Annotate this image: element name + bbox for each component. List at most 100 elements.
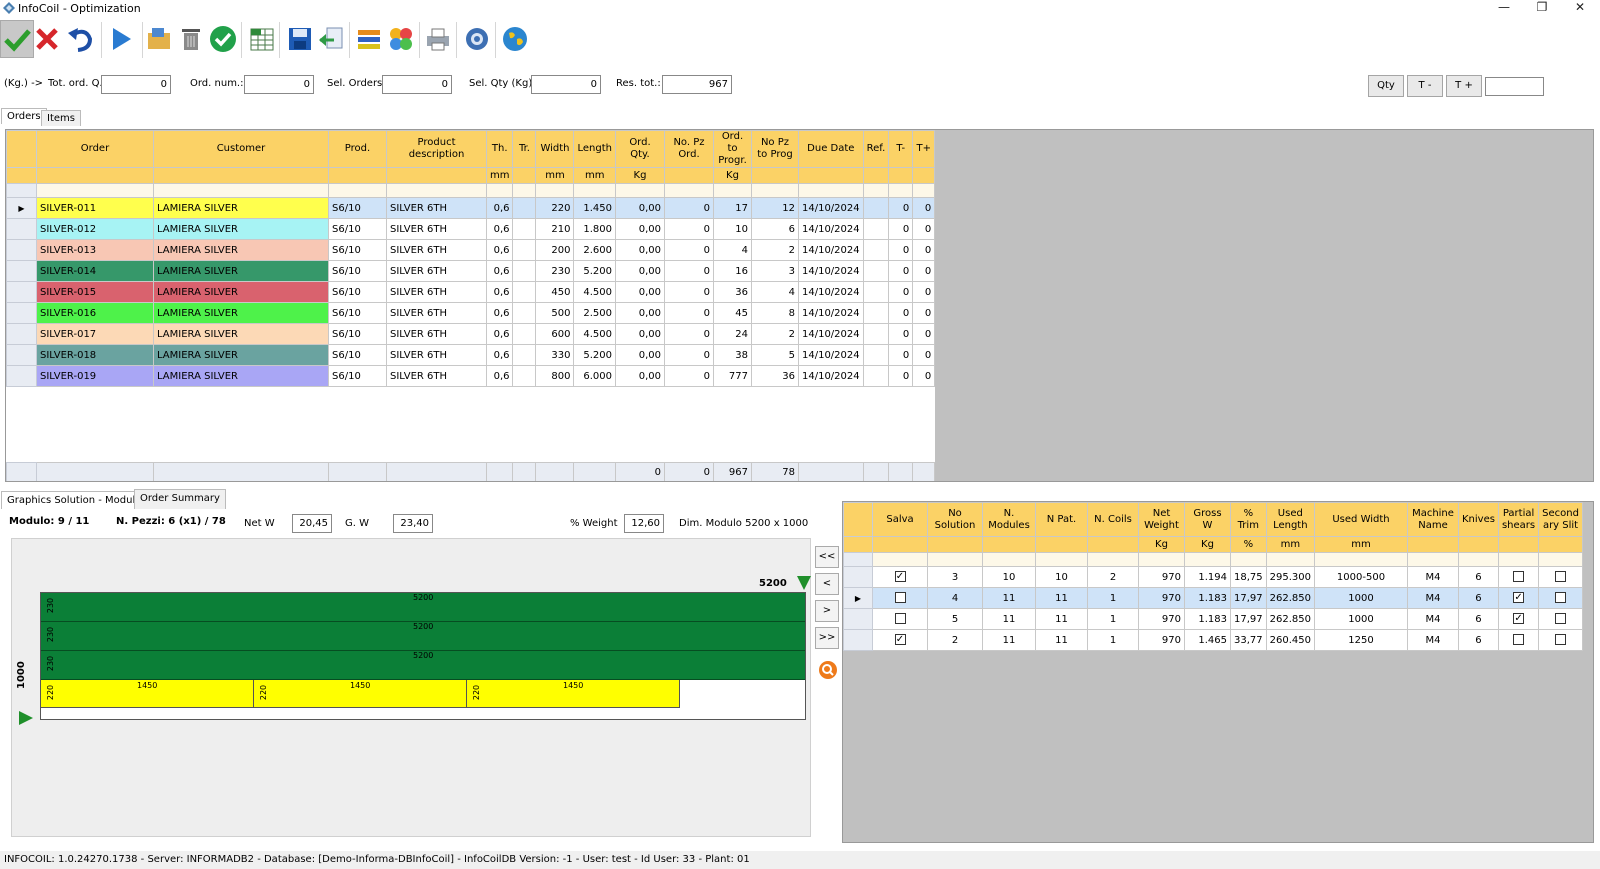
secondary-checkbox[interactable] [1555,634,1567,646]
solutions-column-header[interactable]: Second ary Slit [1538,502,1583,537]
partial-checkbox[interactable]: ✓ [1513,613,1525,625]
filter-cell[interactable] [1314,552,1408,567]
filter-cell[interactable] [797,183,864,198]
row-selector[interactable]: ▶ [6,197,37,219]
salva-checkbox[interactable] [894,613,906,625]
partial-checkbox[interactable] [1513,634,1525,646]
filter-cell[interactable] [862,183,890,198]
secondary-checkbox[interactable] [1555,571,1567,583]
filter-cell[interactable] [1265,552,1316,567]
filter-cell[interactable] [328,183,387,198]
salva-checkbox[interactable]: ✓ [894,634,906,646]
solution-row[interactable]: ▶ 4 11 11 1 970 1.183 17,97 262.850 1000 M4 6 ✓ [843,587,1583,609]
layers-button[interactable] [352,20,386,58]
row-selector[interactable] [6,323,37,345]
undo-button[interactable] [63,20,97,58]
cancel-button[interactable] [30,20,64,58]
approve-button[interactable] [206,20,240,58]
solutions-column-header[interactable]: Partial shears [1497,502,1540,537]
prev-module-button[interactable]: < [815,573,839,595]
solutions-column-header[interactable]: Gross W [1184,502,1231,537]
row-selector[interactable]: ▶ [843,587,873,609]
filter-cell[interactable] [573,183,616,198]
filter-cell[interactable] [36,183,154,198]
solutions-filter-row[interactable] [843,552,1583,567]
filter-cell[interactable] [153,183,329,198]
module-piece[interactable]: 220 1450 [254,680,467,708]
module-piece[interactable]: 220 1450 [41,680,254,708]
ord-num-field[interactable]: 0 [244,75,314,94]
salva-checkbox[interactable] [894,592,906,604]
solution-row[interactable]: ✓ 3 10 10 2 970 1.194 18,75 295.300 1000-500 M4 6 [843,566,1583,588]
order-row[interactable]: SILVER-018 LAMIERA SILVER S6/10 SILVER 6TH 0… [6,344,936,366]
orders-column-header[interactable]: T+ [912,130,936,168]
module-strip[interactable]: 230 5200 [41,622,805,651]
orders-column-header[interactable]: Th. [485,130,514,168]
tot-ord-q-field[interactable]: 0 [101,75,171,94]
sel-orders-field[interactable]: 0 [382,75,452,94]
first-module-button[interactable]: << [815,546,839,568]
solutions-column-header[interactable]: Net Weight [1138,502,1185,537]
filter-cell[interactable] [1407,552,1459,567]
next-module-button[interactable]: > [815,600,839,622]
row-selector[interactable] [6,365,37,387]
orders-column-header[interactable]: Ord. Qty. [614,130,665,168]
filter-cell[interactable] [1087,552,1139,567]
filter-cell[interactable] [535,183,575,198]
filter-cell[interactable] [1035,552,1088,567]
row-selector[interactable] [843,566,873,588]
filter-cell[interactable] [1538,552,1583,567]
filter-cell[interactable] [485,183,514,198]
weight-field[interactable]: 12,60 [624,514,664,533]
orders-column-header[interactable]: T- [888,130,914,168]
orders-column-header[interactable]: Due Date [797,130,864,168]
settings-button[interactable] [460,20,494,58]
close-button[interactable]: ✕ [1562,0,1598,17]
tab-graphics-solution[interactable]: Graphics Solution - Module [1,491,148,509]
filter-cell[interactable] [982,552,1036,567]
filter-cell[interactable] [750,183,799,198]
puzzle-button[interactable] [384,20,418,58]
orders-column-header[interactable]: Width [535,130,575,168]
sel-qty-field[interactable]: 0 [531,75,601,94]
filter-cell[interactable] [1497,552,1540,567]
t-minus-button[interactable]: T - [1407,75,1443,97]
tab-order-summary[interactable]: Order Summary [134,489,226,509]
tab-items[interactable]: Items [41,110,81,126]
solutions-column-header[interactable]: % Trim [1230,502,1267,537]
orders-column-header[interactable]: Product description [386,130,487,168]
filter-cell[interactable] [663,183,714,198]
row-selector[interactable] [6,302,37,324]
secondary-checkbox[interactable] [1555,613,1567,625]
partial-checkbox[interactable]: ✓ [1513,592,1525,604]
orders-column-header[interactable]: No Pz to Prog [750,130,799,168]
tab-orders[interactable]: Orders [1,108,47,124]
solutions-column-header[interactable]: No Solution [927,502,983,537]
qty-button[interactable]: Qty [1368,75,1404,97]
solution-row[interactable]: 5 11 11 1 970 1.183 17,97 262.850 1000 M4 6 ✓ [843,608,1583,630]
orders-column-header[interactable]: Ref. [862,130,890,168]
orders-column-header[interactable]: Ord. to Progr. [712,130,752,168]
minimize-button[interactable]: — [1486,0,1522,17]
module-strip[interactable]: 230 5200 [41,651,805,680]
confirm-button[interactable] [0,20,34,58]
module-strip[interactable]: 230 5200 [41,593,805,622]
orders-column-header[interactable]: Prod. [328,130,387,168]
order-row[interactable]: ▶ SILVER-011 LAMIERA SILVER S6/10 SILVER 6TH… [6,197,936,219]
row-selector[interactable] [843,629,873,651]
filter-cell[interactable] [1184,552,1231,567]
solutions-column-header[interactable]: Knives [1458,502,1499,537]
row-selector[interactable] [6,260,37,282]
salva-checkbox[interactable]: ✓ [894,571,906,583]
module-piece[interactable]: 220 1450 [467,680,680,708]
filter-cell[interactable] [927,552,983,567]
row-selector[interactable] [843,608,873,630]
delete-button[interactable] [174,20,208,58]
spreadsheet-button[interactable] [245,20,279,58]
order-row[interactable]: SILVER-019 LAMIERA SILVER S6/10 SILVER 6TH 0… [6,365,936,387]
solutions-column-header[interactable]: Machine Name [1407,502,1459,537]
filter-cell[interactable] [386,183,487,198]
order-row[interactable]: SILVER-013 LAMIERA SILVER S6/10 SILVER 6TH 0… [6,239,936,261]
import-button[interactable] [314,20,348,58]
secondary-checkbox[interactable] [1555,592,1567,604]
